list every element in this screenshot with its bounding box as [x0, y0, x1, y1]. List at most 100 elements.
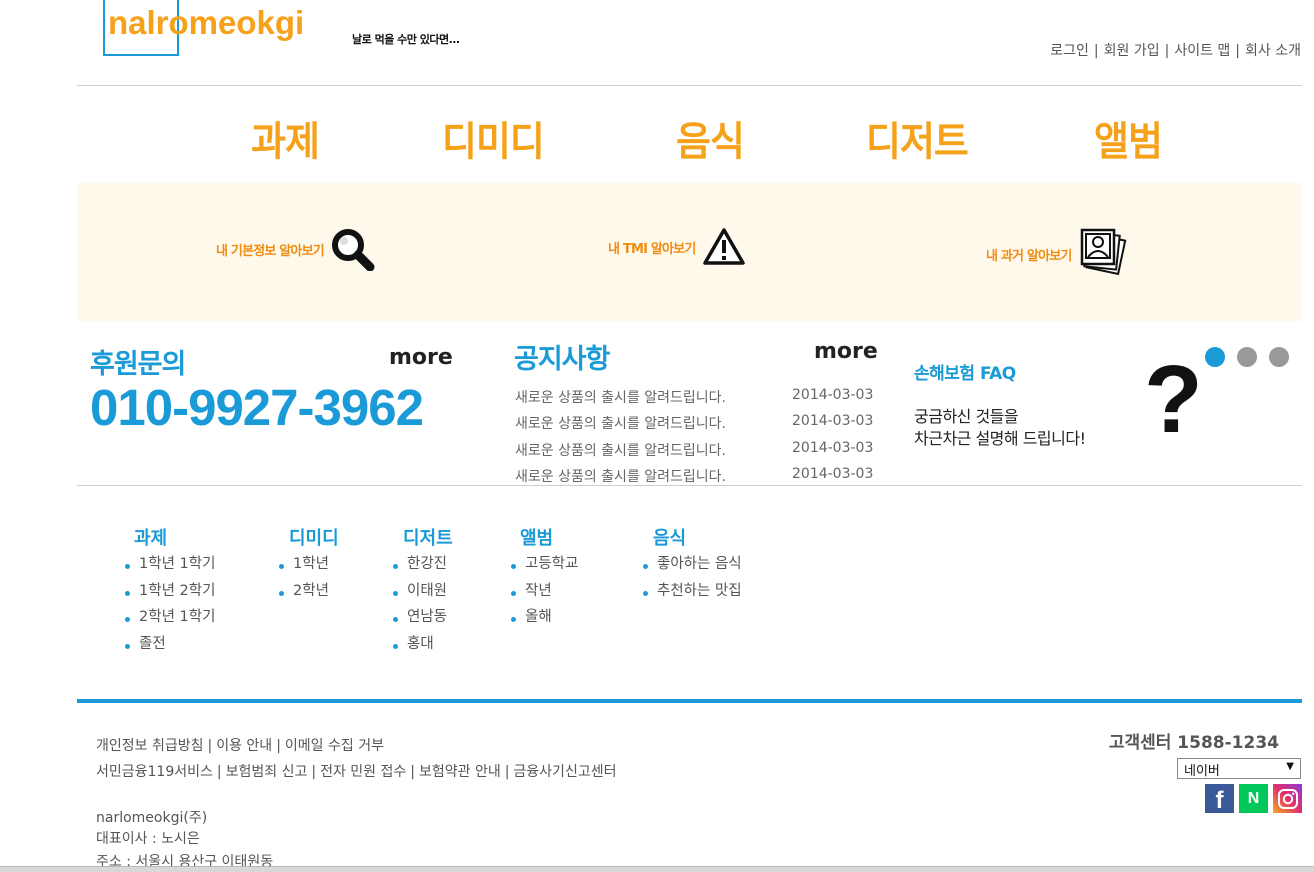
sitemap-heading-food[interactable]: 음식 [653, 524, 686, 550]
window-bottom-edge [0, 866, 1314, 872]
sponsor-phone: 010-9927-3962 [90, 379, 424, 436]
about-link[interactable]: 회사 소개 [1245, 43, 1301, 59]
magnifier-icon [331, 229, 375, 271]
list-item[interactable]: 홍대 [393, 635, 447, 662]
footer-divider [77, 699, 1302, 703]
nav-dessert[interactable]: 디저트 [866, 109, 969, 167]
naver-letter: N [1247, 789, 1260, 807]
sponsor-more-link[interactable]: more [389, 345, 453, 370]
notice-row[interactable]: 새로운 상품의 출시를 알려드립니다. 2014-03-03 [515, 387, 875, 407]
sponsor-title: 후원문의 [90, 349, 186, 380]
notice-text[interactable]: 새로운 상품의 출시를 알려드립니다. [515, 416, 726, 432]
list-item[interactable]: 올해 [511, 608, 578, 635]
separator: | [207, 738, 213, 754]
separator: | [216, 764, 222, 780]
photos-icon [1080, 228, 1126, 276]
list-item[interactable]: 2학년 1학기 [125, 608, 215, 635]
separator: | [410, 764, 415, 780]
faq-title[interactable]: 손해보험 FAQ [914, 359, 1016, 384]
usage-guide-link[interactable]: 이용 안내 [216, 738, 272, 754]
separator: | [311, 764, 317, 780]
slider-dot[interactable] [1269, 347, 1289, 367]
slider-dot-active[interactable] [1205, 347, 1225, 367]
company-ceo: 대표이사 : 노시은 [96, 831, 200, 847]
sitemap-link[interactable]: 사이트 맵 [1174, 43, 1230, 59]
chevron-down-icon: ▼ [1286, 761, 1294, 772]
footer-links-row1: 개인정보 취급방침 | 이용 안내 | 이메일 수집 거부 [96, 735, 384, 755]
list-item[interactable]: 졸전 [125, 635, 215, 662]
list-item[interactable]: 1학년 1학기 [125, 555, 215, 582]
sitemap-heading-dimidi[interactable]: 디미디 [289, 524, 339, 550]
separator: | [504, 764, 510, 780]
separator: | [276, 738, 281, 754]
insurance-terms-link[interactable]: 보험약관 안내 [419, 764, 501, 780]
sitemap-heading-dessert[interactable]: 디저트 [403, 524, 453, 550]
faq-description-line2: 차근차근 설명해 드립니다! [914, 429, 1086, 448]
sitemap-list-food: 좋아하는 음식 추천하는 맛집 [643, 555, 742, 608]
login-link[interactable]: 로그인 [1050, 43, 1089, 59]
sitemap-list-assignments: 1학년 1학기 1학년 2학기 2학년 1학기 졸전 [125, 555, 215, 661]
banner-tmi[interactable]: 내 TMI 알아보기 [608, 227, 746, 267]
list-item[interactable]: 한강진 [393, 555, 447, 582]
privacy-policy-link[interactable]: 개인정보 취급방침 [96, 738, 204, 754]
facebook-icon[interactable]: f [1205, 784, 1234, 814]
tagline: 날로 먹을 수만 있다면... [352, 33, 460, 46]
list-item[interactable]: 2학년 [279, 582, 329, 609]
notice-date: 2014-03-03 [792, 466, 874, 482]
instagram-icon[interactable] [1273, 784, 1302, 813]
naver-icon[interactable]: N [1239, 784, 1268, 813]
email-refusal-link[interactable]: 이메일 수집 거부 [285, 738, 384, 754]
nav-album[interactable]: 앨범 [1094, 109, 1163, 167]
notice-more-link[interactable]: more [814, 339, 878, 364]
sitemap-heading-assignments[interactable]: 과제 [134, 524, 167, 550]
sitemap-list-dessert: 한강진 이태원 연남동 홍대 [393, 555, 447, 661]
sitemap-list-dimidi: 1학년 2학년 [279, 555, 329, 608]
notice-row[interactable]: 새로운 상품의 출시를 알려드립니다. 2014-03-03 [515, 466, 875, 486]
list-item[interactable]: 좋아하는 음식 [643, 555, 742, 582]
banner-basic-info-label: 내 기본정보 알아보기 [216, 243, 325, 259]
notice-row[interactable]: 새로운 상품의 출시를 알려드립니다. 2014-03-03 [515, 440, 875, 460]
signup-link[interactable]: 회원 가입 [1104, 43, 1160, 59]
nav-assignments[interactable]: 과제 [251, 109, 320, 167]
customer-center: 고객센터 1588-1234 [1108, 733, 1279, 753]
notice-title: 공지사항 [514, 344, 610, 375]
header-divider [77, 85, 1302, 86]
list-item[interactable]: 고등학교 [511, 555, 578, 582]
footer-links-row2: 서민금융119서비스 | 보험범죄 신고 | 전자 민원 접수 | 보험약관 안내 | 금융사기… [96, 761, 616, 781]
separator: | [1235, 43, 1241, 59]
question-mark-icon: ? [1144, 346, 1203, 453]
notice-date: 2014-03-03 [792, 440, 874, 456]
banner-tmi-label: 내 TMI 알아보기 [608, 241, 696, 257]
list-item[interactable]: 추천하는 맛집 [643, 582, 742, 609]
list-item[interactable]: 1학년 2학기 [125, 582, 215, 609]
list-item[interactable]: 이태원 [393, 582, 447, 609]
instagram-glyph [1277, 788, 1298, 809]
notice-text[interactable]: 새로운 상품의 출시를 알려드립니다. [515, 390, 726, 406]
e-complaint-link[interactable]: 전자 민원 접수 [320, 764, 406, 780]
warning-icon [702, 228, 745, 265]
facebook-letter: f [1215, 786, 1224, 814]
nav-dimidi[interactable]: 디미디 [442, 109, 545, 167]
fraud-report-center-link[interactable]: 금융사기신고센터 [513, 764, 616, 780]
finance119-link[interactable]: 서민금융119서비스 [96, 764, 213, 780]
list-item[interactable]: 연남동 [393, 608, 447, 635]
banner-past-label: 내 과거 알아보기 [986, 248, 1072, 264]
family-site-select[interactable]: 네이버 ▼ [1177, 758, 1301, 779]
separator: | [1164, 43, 1170, 59]
banner-basic-info[interactable]: 내 기본정보 알아보기 [216, 227, 376, 271]
separator: | [1093, 43, 1099, 59]
insurance-fraud-link[interactable]: 보험범죄 신고 [226, 764, 308, 780]
notice-date: 2014-03-03 [792, 413, 874, 429]
faq-description-line1: 궁금하신 것들을 [914, 407, 1019, 426]
banner-past[interactable]: 내 과거 알아보기 [986, 227, 1132, 281]
sitemap-list-album: 고등학교 작년 올해 [511, 555, 578, 635]
sitemap-heading-album[interactable]: 앨범 [520, 524, 553, 550]
nav-food[interactable]: 음식 [676, 109, 745, 167]
list-item[interactable]: 작년 [511, 582, 578, 609]
notice-row[interactable]: 새로운 상품의 출시를 알려드립니다. 2014-03-03 [515, 413, 875, 433]
logo[interactable]: nalromeokgi [108, 4, 304, 42]
slider-dot[interactable] [1237, 347, 1257, 367]
notice-text[interactable]: 새로운 상품의 출시를 알려드립니다. [515, 443, 726, 459]
notice-text[interactable]: 새로운 상품의 출시를 알려드립니다. [515, 469, 726, 485]
list-item[interactable]: 1학년 [279, 555, 329, 582]
